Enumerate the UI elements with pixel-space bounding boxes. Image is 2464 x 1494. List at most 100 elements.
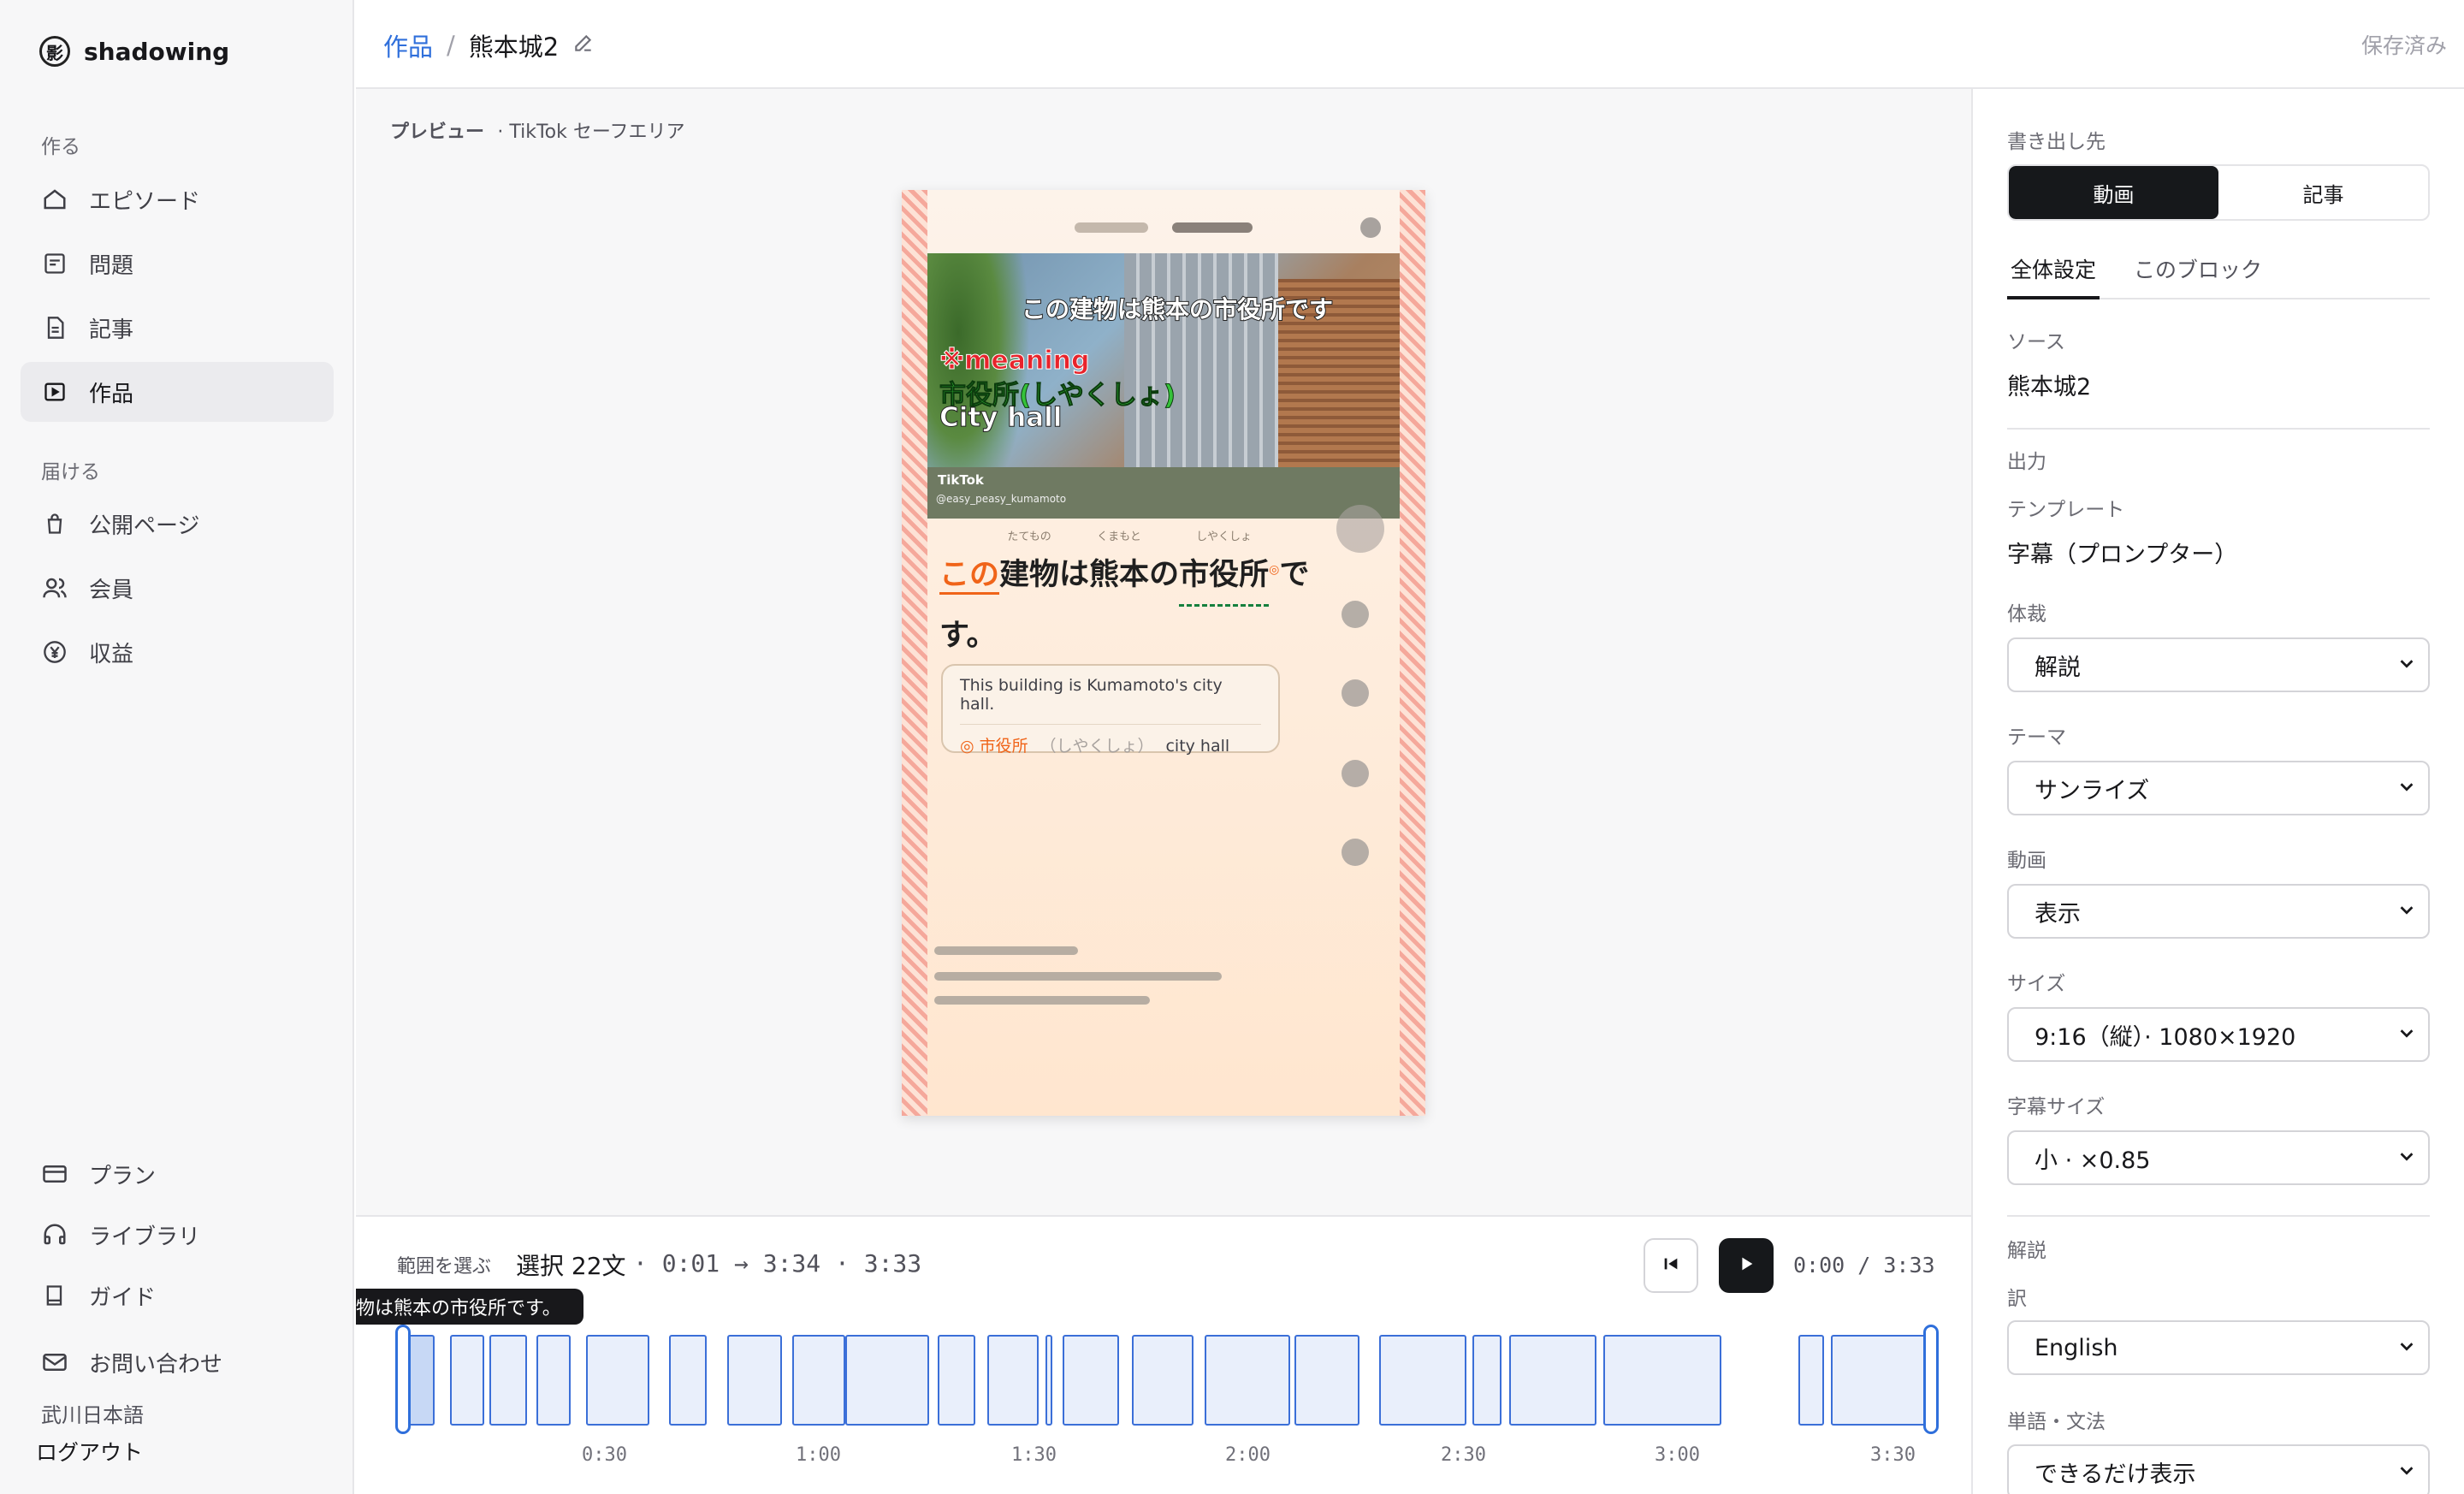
word-tatemono[interactable]: たてもの 建物 xyxy=(999,531,1059,604)
timeline-segment[interactable] xyxy=(1132,1335,1194,1426)
video-icon xyxy=(41,378,68,406)
skip-back-button[interactable] xyxy=(1644,1238,1698,1293)
brand[interactable]: 影 shadowing xyxy=(39,36,229,67)
subtitle-size-select[interactable]: 小 · ×0.85 xyxy=(2007,1130,2430,1185)
style-label: 体裁 xyxy=(2007,603,2046,625)
account-name: 武川日本語 xyxy=(41,1403,144,1427)
timeline-segment[interactable] xyxy=(727,1335,782,1426)
output-label: 出力 xyxy=(2007,451,2046,473)
yen-icon xyxy=(41,638,68,666)
sidebar-item-contact[interactable]: お問い合わせ xyxy=(21,1337,334,1388)
document-icon xyxy=(41,314,68,341)
export-article-option[interactable]: 記事 xyxy=(2218,166,2428,219)
template-value: 字幕（プロンプター） xyxy=(2007,542,2238,568)
theme-select[interactable]: サンライズ xyxy=(2007,761,2430,815)
export-video-option[interactable]: 動画 xyxy=(2009,166,2218,219)
page-title: 熊本城2 xyxy=(468,33,560,62)
sidebar-item-public-page[interactable]: 公開ページ xyxy=(21,494,334,554)
video-frame[interactable]: この建物は熊本の市役所です ※meaning 市役所(しやくしょ) City h… xyxy=(927,253,1400,519)
sidebar-item-label: ライブラリ xyxy=(89,1224,201,1250)
word-shiyakusho[interactable]: しやくしょ 市役所 xyxy=(1179,531,1270,607)
video-caption: この建物は熊本の市役所です xyxy=(1021,294,1334,324)
sidebar-item-episodes[interactable]: エピソード xyxy=(21,169,334,229)
sidebar-item-label: 収益 xyxy=(89,641,134,667)
logout-link[interactable]: ログアウト xyxy=(36,1436,143,1467)
sidebar-item-library[interactable]: ライブラリ xyxy=(21,1209,334,1260)
search-icon xyxy=(1360,217,1381,238)
bookmark-icon xyxy=(1342,760,1369,787)
ruby-kumamoto: くまもと xyxy=(1097,530,1141,543)
timeline-segment[interactable] xyxy=(1472,1335,1502,1426)
safe-area-label: · TikTok セーフエリア xyxy=(497,122,685,143)
breadcrumb-works-link[interactable]: 作品 xyxy=(383,27,433,63)
timeline-segment[interactable] xyxy=(987,1335,1039,1426)
timeline-segment[interactable] xyxy=(1045,1335,1052,1426)
note-icon xyxy=(41,250,68,277)
range-start-handle[interactable] xyxy=(395,1325,411,1434)
timeline-segment[interactable] xyxy=(489,1335,527,1426)
glossary-kana: （しやくしょ） xyxy=(1040,737,1154,756)
timeline-tick: 0:30 xyxy=(582,1444,627,1466)
sidebar-item-plan[interactable]: プラン xyxy=(21,1148,334,1200)
sidebar-item-members[interactable]: 会員 xyxy=(21,558,334,618)
breadcrumb: 作品 / 熊本城2 xyxy=(383,27,595,63)
caption-skeleton-line xyxy=(934,946,1078,955)
tiktok-watermark: TikTok xyxy=(938,472,984,488)
chevron-down-icon xyxy=(2397,1335,2416,1361)
sidebar-item-questions[interactable]: 問題 xyxy=(21,234,334,293)
timeline-segment[interactable] xyxy=(1603,1335,1721,1426)
style-select[interactable]: 解説 xyxy=(2007,637,2430,692)
source-label: ソース xyxy=(2007,331,2065,353)
commentary-label: 解説 xyxy=(2007,1240,2046,1262)
timeline-segment[interactable] xyxy=(792,1335,845,1426)
timeline-tick: 3:00 xyxy=(1655,1444,1700,1466)
range-end-handle[interactable] xyxy=(1923,1325,1939,1434)
size-select[interactable]: 9:16（縦）· 1080×1920 xyxy=(2007,1007,2430,1062)
video-select[interactable]: 表示 xyxy=(2007,884,2430,939)
sidebar-item-label: 記事 xyxy=(89,317,134,343)
segment-tooltip: 物は熊本の市役所です。 xyxy=(356,1289,583,1325)
timeline-segment[interactable] xyxy=(1509,1335,1596,1426)
export-label: 書き出し先 xyxy=(2007,131,2106,153)
timeline-segment[interactable] xyxy=(669,1335,707,1426)
tiktok-tab-pill-active xyxy=(1172,222,1253,233)
sidebar-item-guide[interactable]: ガイド xyxy=(21,1270,334,1321)
sidebar-item-works[interactable]: 作品 xyxy=(21,362,334,422)
sidebar-item-articles[interactable]: 記事 xyxy=(21,298,334,358)
timeline-segment[interactable] xyxy=(450,1335,484,1426)
timeline-tick: 2:30 xyxy=(1441,1444,1486,1466)
timeline-segment[interactable] xyxy=(845,1335,929,1426)
caption-skeleton-line xyxy=(934,972,1222,981)
ruby-tatemono: たてもの xyxy=(1007,530,1051,543)
timeline-segment[interactable] xyxy=(938,1335,975,1426)
skip-back-icon xyxy=(1661,1254,1680,1277)
timeline-segment[interactable] xyxy=(1831,1335,1927,1426)
sidebar-item-revenue[interactable]: 収益 xyxy=(21,622,334,682)
timeline-segment[interactable] xyxy=(586,1335,649,1426)
chevron-down-icon xyxy=(2397,652,2416,679)
save-status: 保存済み xyxy=(2360,33,2447,58)
word-kono[interactable]: この xyxy=(939,557,1000,595)
tab-this-block[interactable]: このブロック xyxy=(2130,253,2266,299)
vocab-mark: ◎ xyxy=(1269,563,1280,577)
edit-title-icon[interactable] xyxy=(572,31,595,60)
phone-preview[interactable]: この建物は熊本の市役所です ※meaning 市役所(しやくしょ) City h… xyxy=(902,190,1425,1116)
timeline-segment[interactable] xyxy=(1205,1335,1290,1426)
video-label: 動画 xyxy=(2007,850,2046,872)
timeline-segment[interactable] xyxy=(1379,1335,1466,1426)
theme-label: テーマ xyxy=(2007,726,2066,749)
subtitle-size-select-value: 小 · ×0.85 xyxy=(2035,1147,2151,1174)
selection-count: 選択 22文 xyxy=(516,1252,626,1280)
word-kumamoto[interactable]: くまもと 熊本 xyxy=(1089,531,1149,604)
play-icon xyxy=(1737,1254,1756,1277)
timeline-segment[interactable] xyxy=(1294,1335,1359,1426)
tab-global-settings[interactable]: 全体設定 xyxy=(2007,253,2100,299)
vocab-select[interactable]: できるだけ表示 xyxy=(2007,1444,2430,1494)
like-icon xyxy=(1342,601,1369,628)
timeline-segment[interactable] xyxy=(1798,1335,1824,1426)
timeline-segment[interactable] xyxy=(536,1335,571,1426)
translation-select[interactable]: English xyxy=(2007,1320,2430,1375)
timeline-segment[interactable] xyxy=(1063,1335,1119,1426)
sidebar-item-label: お問い合わせ xyxy=(89,1351,223,1378)
play-button[interactable] xyxy=(1719,1238,1774,1293)
